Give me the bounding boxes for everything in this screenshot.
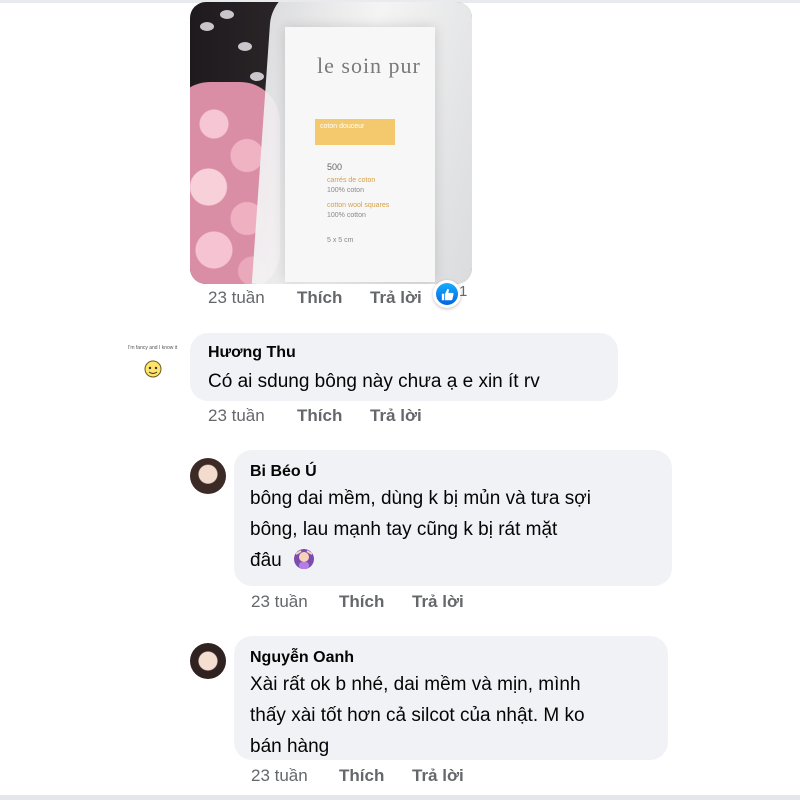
blossom-decoration (220, 10, 234, 19)
pack-line: 100% cotton (327, 212, 366, 219)
comment-time[interactable]: 23 tuần (251, 592, 308, 612)
avatar-caption: I'm fancy and I know it (128, 345, 178, 351)
comment-text-line: bông, lau mạnh tay cũng k bị rát mặt (250, 519, 558, 540)
pack-line: cotton wool squares (327, 202, 390, 209)
woman-gesturing-emoji-icon (293, 549, 314, 569)
comment-reply-button[interactable]: Trả lời (412, 592, 464, 612)
comment-text-line: bông dai mềm, dùng k bị mủn và tưa sợi (250, 488, 591, 509)
comment-text: bông dai mềm, dùng k bị mủn và tưa sợi b… (250, 483, 670, 576)
comment-bubble: Hương Thu Có ai sdung bông này chưa ạ e … (190, 333, 618, 401)
comment-author[interactable]: Nguyễn Oanh (250, 649, 354, 667)
comment-text: Xài rất ok b nhé, dai mềm và mịn, mình t… (250, 669, 666, 762)
avatar-bi-beo-u[interactable] (190, 458, 226, 494)
comment-like-button[interactable]: Thích (339, 766, 384, 786)
comment-text-line: Xài rất ok b nhé, dai mềm và mịn, mình (250, 674, 581, 695)
photo-reply-button[interactable]: Trả lời (370, 288, 422, 308)
comment-meta-row: 23 tuần Thích Trả lời (208, 406, 438, 428)
smiley-sticker-icon (144, 360, 162, 378)
comment-text: Có ai sdung bông này chưa ạ e xin ít rv (208, 371, 540, 392)
photo-meta-row: 23 tuần Thích Trả lời (208, 288, 438, 310)
comment-photo[interactable]: le soin pur coton douceur 500 carrés de … (190, 2, 472, 284)
pack-line: 100% coton (327, 187, 364, 194)
comment-time[interactable]: 23 tuần (208, 406, 265, 426)
photo-like-button[interactable]: Thích (297, 288, 342, 308)
pack-size: 5 x 5 cm (327, 237, 354, 244)
blossom-decoration (250, 72, 264, 81)
avatar-huong-thu[interactable] (142, 358, 164, 380)
comment-meta-row: 23 tuần Thích Trả lời (251, 766, 481, 788)
comment-like-button[interactable]: Thích (297, 406, 342, 426)
pack-brand: le soin pur (317, 53, 421, 78)
comment-time[interactable]: 23 tuần (251, 766, 308, 786)
pack-line: carrés de coton (327, 177, 376, 184)
pack-band-label: coton douceur (315, 119, 395, 145)
comment-text-line-wrap: đâu (250, 545, 670, 576)
comment-like-button[interactable]: Thích (339, 592, 384, 612)
thumbs-up-icon (436, 283, 458, 305)
pack-count: 500 (327, 162, 343, 172)
comment-text-line: thấy xài tốt hơn cả silcot của nhật. M k… (250, 705, 585, 726)
comment-bubble: Nguyễn Oanh Xài rất ok b nhé, dai mềm và… (234, 636, 668, 760)
comment-bubble: Bi Béo Ú bông dai mềm, dùng k bị mủn và … (234, 450, 672, 586)
comment-reply-button[interactable]: Trả lời (412, 766, 464, 786)
comment-meta-row: 23 tuần Thích Trả lời (251, 592, 481, 614)
reaction-count: 1 (459, 283, 468, 300)
bottom-divider (0, 795, 800, 800)
cotton-pack: le soin pur coton douceur 500 carrés de … (285, 27, 435, 282)
comment-text-line: bán hàng (250, 736, 330, 757)
comment-reply-button[interactable]: Trả lời (370, 406, 422, 426)
blossom-decoration (238, 42, 252, 51)
photo-time[interactable]: 23 tuần (208, 288, 265, 308)
reaction-badge[interactable] (433, 280, 461, 308)
comment-author[interactable]: Bi Béo Ú (250, 463, 317, 481)
avatar-nguyen-oanh[interactable] (190, 643, 226, 679)
comment-text-line: đâu (250, 550, 282, 571)
comment-author[interactable]: Hương Thu (208, 344, 296, 362)
blossom-decoration (200, 22, 214, 31)
